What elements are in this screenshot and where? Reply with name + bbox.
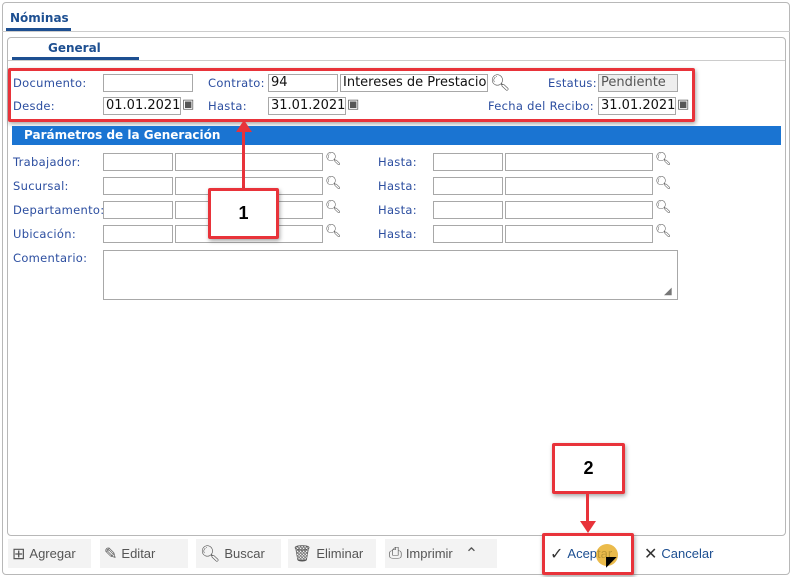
search-icon[interactable]: 🔍︎	[655, 176, 672, 191]
divider	[8, 60, 785, 61]
param-to-description-input[interactable]	[505, 225, 653, 243]
tab-general[interactable]: General	[48, 41, 101, 55]
callout-2: 2	[552, 443, 625, 494]
param-from-code-input[interactable]	[103, 225, 173, 243]
param-label: Departamento:	[13, 203, 105, 217]
param-hasta-label: Hasta:	[378, 203, 417, 217]
param-label: Sucursal:	[13, 179, 69, 193]
add-icon: ⊞	[12, 545, 26, 563]
eliminar-button[interactable]: 🗑︎ Eliminar	[288, 539, 376, 568]
edit-icon: ✎	[104, 545, 118, 563]
param-label: Ubicación:	[13, 227, 76, 241]
arrow-head-icon	[236, 120, 252, 132]
comentario-label: Comentario:	[13, 251, 88, 265]
printer-icon: ⎙	[389, 544, 402, 562]
editar-label: Editar	[121, 546, 156, 561]
agregar-label: Agregar	[29, 546, 76, 561]
highlight-box-2	[542, 533, 634, 575]
buscar-label: Buscar	[224, 546, 265, 561]
param-to-description-input[interactable]	[505, 201, 653, 219]
arrow-line	[586, 493, 589, 523]
param-to-code-input[interactable]	[433, 201, 503, 219]
agregar-button[interactable]: ⊞ Agregar	[8, 539, 91, 568]
tab-nominas[interactable]: Nóminas	[10, 11, 69, 25]
trash-icon: 🗑︎	[292, 545, 313, 563]
divider	[2, 31, 790, 32]
close-icon: ✕	[644, 545, 658, 563]
imprimir-button[interactable]: ⎙ Imprimir ⌃	[385, 539, 497, 568]
param-hasta-label: Hasta:	[378, 155, 417, 169]
arrow-head-icon	[580, 521, 596, 533]
search-icon[interactable]: 🔍︎	[655, 152, 672, 167]
param-to-description-input[interactable]	[505, 177, 653, 195]
param-hasta-label: Hasta:	[378, 179, 417, 193]
search-icon[interactable]: 🔍︎	[655, 200, 672, 215]
callout-1: 1	[208, 188, 279, 239]
search-icon[interactable]: 🔍︎	[325, 224, 342, 239]
param-hasta-label: Hasta:	[378, 227, 417, 241]
param-from-code-input[interactable]	[103, 201, 173, 219]
param-to-code-input[interactable]	[433, 153, 503, 171]
param-from-code-input[interactable]	[103, 153, 173, 171]
param-to-code-input[interactable]	[433, 225, 503, 243]
cancelar-button[interactable]: ✕ Cancelar	[640, 539, 730, 568]
search-icon[interactable]: 🔍︎	[325, 176, 342, 191]
buscar-button[interactable]: 🔍︎ Buscar	[196, 539, 281, 568]
editar-button[interactable]: ✎ Editar	[100, 539, 188, 568]
highlight-box-1	[8, 68, 695, 122]
param-from-description-input[interactable]	[175, 153, 323, 171]
search-icon[interactable]: 🔍︎	[325, 152, 342, 167]
section-header: Parámetros de la Generación	[12, 126, 781, 145]
search-icon[interactable]: 🔍︎	[655, 224, 672, 239]
chevrons-up-icon[interactable]: ⌃	[465, 544, 478, 564]
comentario-textarea[interactable]	[103, 250, 678, 300]
cancelar-label: Cancelar	[661, 546, 714, 561]
resize-handle-icon[interactable]: ◢	[664, 286, 672, 297]
eliminar-label: Eliminar	[316, 546, 364, 561]
param-label: Trabajador:	[13, 155, 81, 169]
imprimir-label: Imprimir	[405, 546, 453, 561]
param-from-code-input[interactable]	[103, 177, 173, 195]
param-to-code-input[interactable]	[433, 177, 503, 195]
search-icon[interactable]: 🔍︎	[325, 200, 342, 215]
arrow-line	[242, 130, 245, 190]
param-to-description-input[interactable]	[505, 153, 653, 171]
search-document-icon: 🔍︎	[200, 545, 221, 563]
